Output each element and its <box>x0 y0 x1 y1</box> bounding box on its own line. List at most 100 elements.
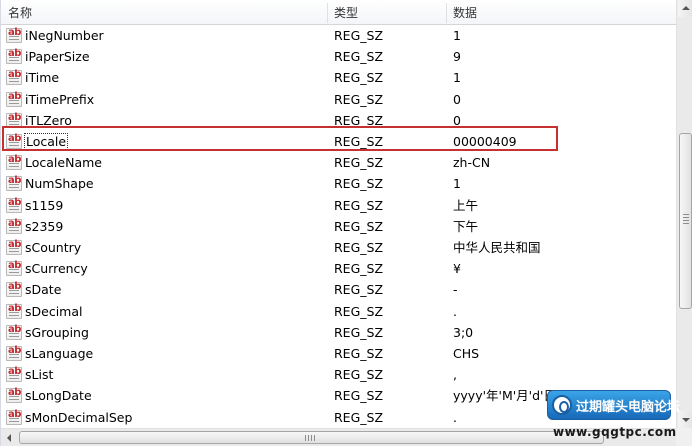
value-data: . <box>453 303 457 319</box>
table-row[interactable]: iNegNumber REG_SZ 1 <box>1 25 676 46</box>
value-data: 1 <box>453 28 461 43</box>
column-header-type[interactable]: 类型 <box>327 0 446 25</box>
scroll-up-button[interactable] <box>678 0 692 17</box>
reg-sz-string-icon <box>6 409 22 425</box>
reg-sz-string-icon <box>6 345 22 361</box>
table-row[interactable]: s2359 REG_SZ 下午 <box>1 216 676 237</box>
grip-line <box>683 214 689 215</box>
table-row[interactable]: iTimePrefix REG_SZ 0 <box>1 89 676 110</box>
value-type: REG_SZ <box>334 346 384 361</box>
table-row[interactable]: sLanguage REG_SZ CHS <box>1 343 676 364</box>
value-type: REG_SZ <box>334 367 384 383</box>
reg-sz-string-icon <box>6 218 22 234</box>
grip-line <box>311 435 312 441</box>
reg-sz-string-icon <box>6 387 22 404</box>
value-type: REG_SZ <box>334 218 384 234</box>
value-type: REG_SZ <box>334 303 384 319</box>
value-data: 1 <box>453 70 461 86</box>
highlight-annotation-box <box>2 126 558 151</box>
vertical-scrollbar[interactable] <box>676 0 692 428</box>
value-name: s2359 <box>25 218 64 234</box>
chevron-up-icon <box>682 6 690 10</box>
value-name: sLongDate <box>25 388 92 404</box>
reg-sz-string-icon <box>6 69 22 86</box>
value-name: iPaperSize <box>25 49 90 65</box>
value-name: NumShape <box>25 176 94 192</box>
value-name: sMonDecimalSep <box>25 409 133 425</box>
grip-line <box>308 435 309 441</box>
value-name: sGrouping <box>25 324 89 340</box>
value-name: iTimePrefix <box>25 91 95 107</box>
watermark-badge: 过期罐头电脑论坛 <box>547 390 680 420</box>
column-header-data[interactable]: 数据 <box>446 0 676 25</box>
column-header-name[interactable]: 名称 <box>1 0 327 25</box>
value-type: REG_SZ <box>334 388 384 404</box>
grip-line <box>683 217 689 218</box>
value-data: 3;0 <box>453 324 474 340</box>
table-row[interactable]: iPaperSize REG_SZ 9 <box>1 46 676 67</box>
value-data: 上午 <box>453 197 479 213</box>
value-data: yyyy'年'M'月'd'日' <box>453 388 560 404</box>
value-type: REG_SZ <box>334 197 384 213</box>
value-data: 0 <box>453 91 461 107</box>
value-name: sCountry <box>25 240 82 255</box>
value-name: sLanguage <box>25 346 94 361</box>
reg-sz-string-icon <box>6 154 22 171</box>
reg-sz-string-icon <box>6 303 22 319</box>
reg-sz-string-icon <box>6 91 22 107</box>
value-type: REG_SZ <box>334 91 384 107</box>
value-name: iTime <box>25 70 60 86</box>
value-data: , <box>453 367 457 383</box>
reg-sz-string-icon <box>6 175 22 192</box>
table-row[interactable]: sCurrency REG_SZ ¥ <box>1 258 676 279</box>
table-row[interactable]: NumShape REG_SZ 1 <box>1 173 676 194</box>
value-data: 中华人民共和国 <box>453 240 541 255</box>
value-data: ¥ <box>453 261 461 277</box>
value-type: REG_SZ <box>334 324 384 340</box>
value-type: REG_SZ <box>334 409 384 425</box>
value-name: LocaleName <box>25 155 102 171</box>
value-type: REG_SZ <box>334 155 384 171</box>
table-row[interactable]: iTime REG_SZ 1 <box>1 67 676 88</box>
registry-value-list: 名称 类型 数据 iNegNumber REG_SZ 1 iPaperSize REG_… <box>0 0 692 446</box>
table-row[interactable]: sDecimal REG_SZ. <box>1 301 676 322</box>
table-row[interactable]: sGrouping REG_SZ 3;0 <box>1 322 676 343</box>
reg-sz-string-icon <box>6 197 22 213</box>
table-row[interactable]: sDate REG_SZ - <box>1 279 676 300</box>
table-row[interactable]: s1159 REG_SZ 上午 <box>1 195 676 216</box>
column-header: 名称 类型 数据 <box>1 0 676 25</box>
value-type: REG_SZ <box>334 28 384 43</box>
horizontal-scroll-thumb[interactable] <box>19 431 604 444</box>
value-name: sDate <box>25 282 62 298</box>
value-data: 1 <box>453 176 461 192</box>
value-name: iNegNumber <box>25 28 104 43</box>
value-data: . <box>453 409 457 425</box>
grip-line <box>314 435 315 441</box>
value-data: - <box>453 282 458 298</box>
value-name: sList <box>25 367 54 383</box>
reg-sz-string-icon <box>6 366 22 383</box>
value-type: REG_SZ <box>334 261 384 277</box>
reg-sz-string-icon <box>6 260 22 277</box>
value-data: CHS <box>453 346 480 361</box>
table-row[interactable]: sCountry REG_SZ 中华人民共和国 <box>1 237 676 258</box>
value-type: REG_SZ <box>334 282 384 298</box>
value-name: sCurrency <box>25 261 88 277</box>
scroll-left-button[interactable] <box>1 430 18 446</box>
table-row[interactable]: LocaleName REG_SZ zh-CN <box>1 152 676 173</box>
value-type: REG_SZ <box>334 70 384 86</box>
watermark-url: www.gqgtpc.com <box>553 425 677 439</box>
value-data: 下午 <box>453 218 479 234</box>
value-data: zh-CN <box>453 155 491 171</box>
reg-sz-string-icon <box>6 281 22 298</box>
chevron-left-icon <box>7 434 11 442</box>
value-type: REG_SZ <box>334 240 384 255</box>
grip-line <box>683 220 689 221</box>
value-type: REG_SZ <box>334 49 384 65</box>
value-type: REG_SZ <box>334 176 384 192</box>
table-row[interactable]: sList REG_SZ, <box>1 364 676 385</box>
reg-sz-string-icon <box>6 48 22 65</box>
value-rows: iNegNumber REG_SZ 1 iPaperSize REG_SZ 9 iTime R… <box>1 25 676 428</box>
grip-line <box>683 223 689 224</box>
vertical-scroll-thumb[interactable] <box>679 133 692 309</box>
